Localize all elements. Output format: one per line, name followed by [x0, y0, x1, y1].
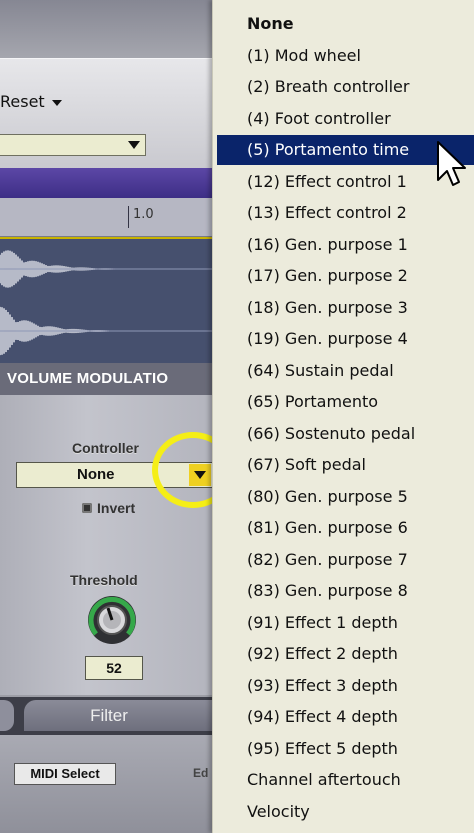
menu-item[interactable]: (93) Effect 3 depth	[217, 671, 474, 701]
menu-item[interactable]: (17) Gen. purpose 2	[217, 261, 474, 291]
tab-previous[interactable]	[0, 700, 14, 731]
preset-dropdown[interactable]	[0, 134, 146, 156]
dropdown-arrow-icon	[128, 141, 140, 149]
menu-item[interactable]: (64) Sustain pedal	[217, 356, 474, 386]
timeline-ruler: 1.0	[0, 198, 218, 237]
invert-checkbox[interactable]	[82, 503, 92, 513]
menu-item[interactable]: Velocity	[217, 797, 474, 827]
menu-item[interactable]: (1) Mod wheel	[217, 41, 474, 71]
waveform-graphic	[0, 250, 218, 356]
menu-item[interactable]: (65) Portamento	[217, 387, 474, 417]
cursor-icon	[437, 141, 466, 186]
menu-item[interactable]: (67) Soft pedal	[217, 450, 474, 480]
menu-item[interactable]: (92) Effect 2 depth	[217, 639, 474, 669]
menu-item[interactable]: Channel aftertouch	[217, 765, 474, 795]
controller-dropdown-menu: None (1) Mod wheel (2) Breath controller (4…	[212, 0, 474, 833]
menu-item[interactable]: (94) Effect 4 depth	[217, 702, 474, 732]
menu-item[interactable]: (83) Gen. purpose 8	[217, 576, 474, 606]
menu-item[interactable]: (2) Breath controller	[217, 72, 474, 102]
menu-item[interactable]: (80) Gen. purpose 5	[217, 482, 474, 512]
ruler-tick-label: 1.0	[133, 207, 154, 222]
menu-item[interactable]: (19) Gen. purpose 4	[217, 324, 474, 354]
ruler-tick	[128, 206, 129, 228]
menu-item[interactable]: (18) Gen. purpose 3	[217, 293, 474, 323]
menu-item[interactable]: (16) Gen. purpose 1	[217, 230, 474, 260]
controller-value: None	[77, 466, 115, 483]
menu-item[interactable]: (82) Gen. purpose 7	[217, 545, 474, 575]
plugin-panel: Reset 1.0 VOLUME MODULATIO Controller No…	[0, 0, 218, 833]
tab-bar: Filter	[0, 697, 218, 735]
tab-filter[interactable]: Filter	[24, 700, 218, 731]
edit-label: Ed	[193, 766, 209, 780]
title-bar	[0, 168, 218, 198]
top-strip	[0, 0, 218, 58]
waveform-display	[0, 239, 218, 363]
menu-item[interactable]: (95) Effect 5 depth	[217, 734, 474, 764]
reset-menu[interactable]: Reset	[0, 92, 62, 111]
menu-item[interactable]: (4) Foot controller	[217, 104, 474, 134]
threshold-label: Threshold	[70, 572, 138, 588]
chevron-down-icon	[51, 99, 62, 106]
knob-icon[interactable]	[86, 594, 138, 646]
controller-label: Controller	[72, 440, 139, 456]
menu-item[interactable]: (91) Effect 1 depth	[217, 608, 474, 638]
menu-item[interactable]: (66) Sostenuto pedal	[217, 419, 474, 449]
menu-item[interactable]: (81) Gen. purpose 6	[217, 513, 474, 543]
menu-item[interactable]: (13) Effect control 2	[217, 198, 474, 228]
invert-label: Invert	[97, 500, 136, 516]
section-header: VOLUME MODULATIO	[0, 363, 218, 395]
threshold-value[interactable]: 52	[85, 656, 143, 680]
midi-select-button[interactable]: MIDI Select	[14, 763, 116, 785]
reset-label: Reset	[0, 92, 45, 111]
menu-item[interactable]: None	[217, 9, 474, 39]
